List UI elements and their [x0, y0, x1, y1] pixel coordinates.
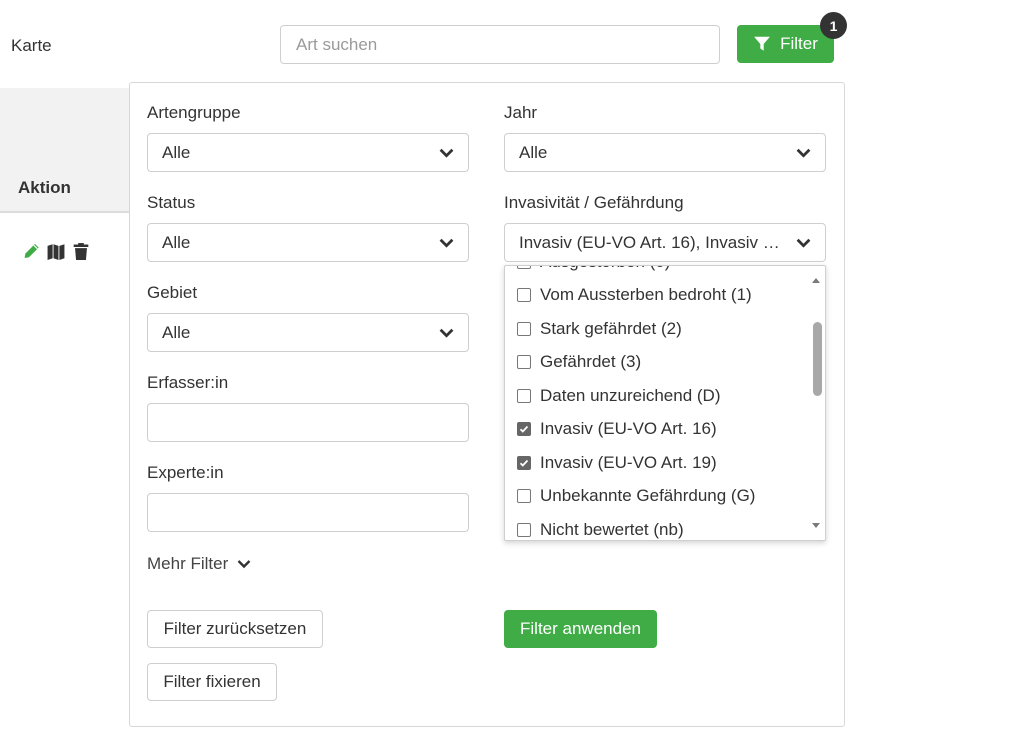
dropdown-scrollbar[interactable]	[808, 266, 825, 540]
reset-filter-button[interactable]: Filter zurücksetzen	[147, 610, 323, 648]
dropdown-option[interactable]: Ausgestorben (0)	[505, 266, 810, 279]
select-status-value: Alle	[162, 232, 191, 252]
dropdown-option-label: Invasiv (EU-VO Art. 16)	[540, 419, 717, 439]
dropdown-option-label: Invasiv (EU-VO Art. 19)	[540, 452, 717, 472]
dropdown-option-label: Unbekannte Gefährdung (G)	[540, 486, 756, 506]
species-search-input[interactable]	[280, 25, 720, 64]
label-artengruppe: Artengruppe	[147, 103, 241, 122]
label-erfasser: Erfasser:in	[147, 373, 229, 392]
dropdown-option[interactable]: Vom Aussterben bedroht (1)	[505, 279, 810, 313]
more-filters-label: Mehr Filter	[147, 554, 229, 573]
experte-input[interactable]	[147, 493, 469, 532]
dropdown-options: Ausgestorben (0) Vom Aussterben bedroht (…	[505, 266, 810, 540]
label-status: Status	[147, 193, 196, 212]
dropdown-option-label: Vom Aussterben bedroht (1)	[540, 285, 752, 305]
scrollbar-thumb[interactable]	[813, 322, 822, 396]
more-filters-toggle[interactable]: Mehr Filter	[147, 554, 251, 574]
chevron-down-icon	[796, 238, 811, 248]
chevron-down-icon	[796, 148, 811, 158]
column-header-aktion: Aktion	[18, 178, 71, 197]
select-invasivitaet-value: Invasiv (EU-VO Art. 16), Invasiv …	[519, 232, 780, 252]
scroll-down-arrow-icon[interactable]	[812, 523, 820, 528]
select-jahr[interactable]: Alle	[504, 133, 826, 172]
checkbox-icon[interactable]	[517, 355, 531, 370]
dropdown-option[interactable]: Gefährdet (3)	[505, 346, 810, 380]
label-jahr: Jahr	[504, 103, 538, 122]
select-artengruppe[interactable]: Alle	[147, 133, 469, 172]
checkbox-icon[interactable]	[517, 489, 531, 504]
checkbox-icon[interactable]	[517, 321, 531, 336]
map-icon[interactable]	[47, 242, 65, 261]
checkbox-icon[interactable]	[517, 522, 531, 537]
select-gebiet-value: Alle	[162, 322, 191, 342]
select-jahr-value: Alle	[519, 142, 548, 162]
checkbox-checked-icon[interactable]	[517, 455, 531, 470]
dropdown-option-label: Gefährdet (3)	[540, 352, 642, 372]
active-filter-count-badge: 1	[820, 12, 847, 39]
select-status[interactable]: Alle	[147, 223, 469, 262]
fix-filter-button[interactable]: Filter fixieren	[147, 663, 277, 701]
dropdown-option-label: Nicht bewertet (nb)	[540, 519, 684, 539]
apply-filter-button[interactable]: Filter anwenden	[504, 610, 657, 648]
label-gebiet: Gebiet	[147, 283, 198, 302]
dropdown-option-label: Stark gefährdet (2)	[540, 318, 682, 338]
select-invasivitaet[interactable]: Invasiv (EU-VO Art. 16), Invasiv …	[504, 223, 826, 262]
checkbox-checked-icon[interactable]	[517, 422, 531, 437]
invasivitaet-dropdown-list[interactable]: Ausgestorben (0) Vom Aussterben bedroht (…	[504, 265, 826, 541]
filter-button-label: Filter	[780, 34, 818, 53]
dropdown-option[interactable]: Invasiv (EU-VO Art. 19)	[505, 446, 810, 480]
checkbox-icon[interactable]	[517, 388, 531, 403]
row-actions	[22, 242, 90, 261]
dropdown-option[interactable]: Stark gefährdet (2)	[505, 312, 810, 346]
chevron-down-icon	[439, 238, 454, 248]
chevron-down-icon	[439, 328, 454, 338]
dropdown-option-label: Daten unzureichend (D)	[540, 385, 721, 405]
scroll-up-arrow-icon[interactable]	[812, 278, 820, 283]
dropdown-option[interactable]: Invasiv (EU-VO Art. 16)	[505, 413, 810, 447]
select-artengruppe-value: Alle	[162, 142, 191, 162]
label-invasivitaet: Invasivität / Gefährdung	[504, 193, 684, 212]
chevron-down-icon	[237, 560, 251, 569]
nav-label-karte[interactable]: Karte	[11, 36, 52, 56]
checkbox-icon[interactable]	[517, 266, 531, 269]
checkbox-icon[interactable]	[517, 288, 531, 303]
pencil-icon[interactable]	[22, 242, 40, 261]
filter-button[interactable]: Filter	[737, 25, 834, 63]
select-gebiet[interactable]: Alle	[147, 313, 469, 352]
chevron-down-icon	[439, 148, 454, 158]
trash-icon[interactable]	[72, 242, 90, 261]
label-experte: Experte:in	[147, 463, 224, 482]
dropdown-option[interactable]: Nicht bewertet (nb)	[505, 513, 810, 540]
dropdown-option-label: Ausgestorben (0)	[540, 266, 670, 272]
filter-funnel-icon	[754, 36, 770, 51]
erfasser-input[interactable]	[147, 403, 469, 442]
dropdown-option[interactable]: Unbekannte Gefährdung (G)	[505, 480, 810, 514]
table-header-divider	[0, 211, 130, 213]
dropdown-option[interactable]: Daten unzureichend (D)	[505, 379, 810, 413]
